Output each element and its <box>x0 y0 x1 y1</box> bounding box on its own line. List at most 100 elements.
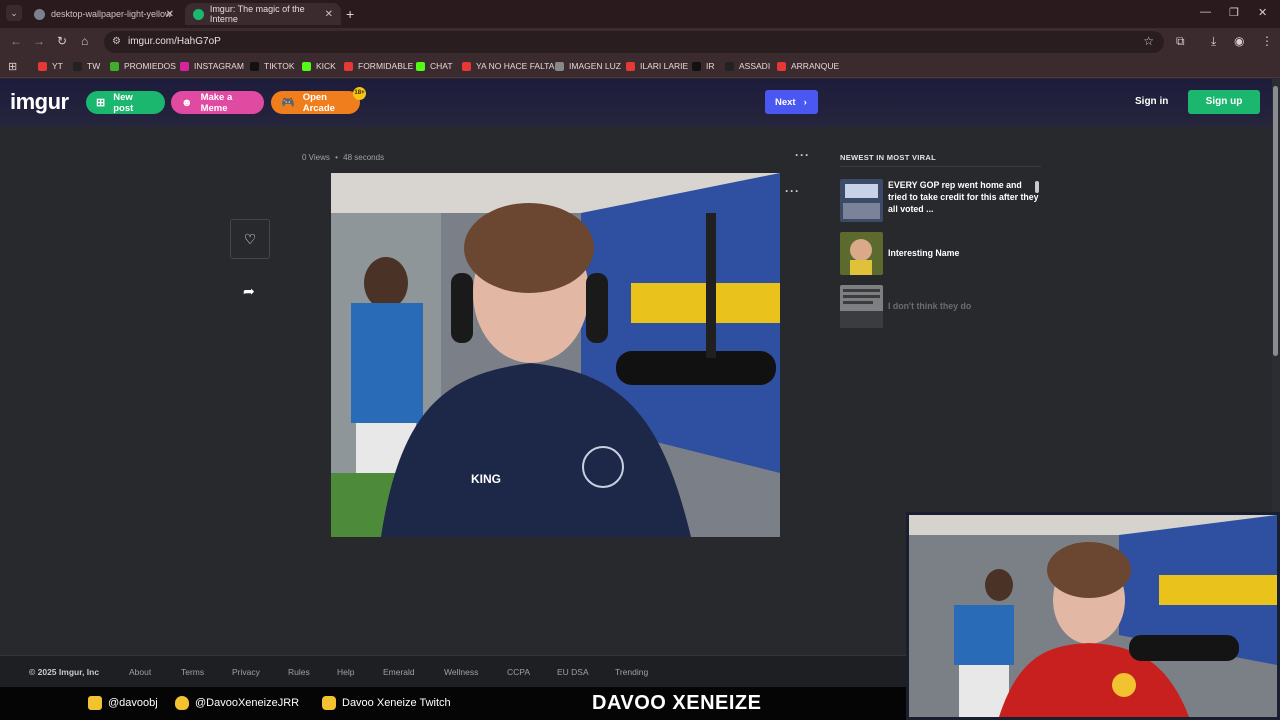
profile-avatar[interactable]: ◉ <box>1234 34 1244 48</box>
bookmark-favicon-icon <box>344 61 353 71</box>
forward-icon[interactable]: → <box>33 34 45 48</box>
close-window-icon[interactable]: ✕ <box>1258 6 1267 19</box>
bookmark-favicon-icon <box>302 61 311 71</box>
bookmark-formidable[interactable]: FORMIDABLE <box>344 61 413 71</box>
footer-link-help[interactable]: Help <box>337 667 354 677</box>
bookmark-label: ARRANQUE <box>791 61 840 71</box>
sign-in-link[interactable]: Sign in <box>1135 96 1168 107</box>
bookmark-chat[interactable]: CHAT <box>416 61 453 71</box>
sidebar-post-title: Interesting Name <box>888 248 960 258</box>
share-icon[interactable]: ➦ <box>243 283 255 300</box>
instagram-handle: @davoobj <box>88 696 158 710</box>
footer-link-emerald[interactable]: Emerald <box>383 667 415 677</box>
next-button[interactable]: Next › <box>765 90 818 114</box>
url-text[interactable]: imgur.com/HahG7oP <box>128 36 221 47</box>
bookmark-kick[interactable]: KICK <box>302 61 336 71</box>
like-button[interactable]: ♡ <box>230 219 270 259</box>
download-icon[interactable]: ⤓ <box>1211 34 1216 49</box>
close-icon[interactable]: ✕ <box>325 9 333 20</box>
bookmark-ilari-larie[interactable]: ILARI LARIE <box>626 61 688 71</box>
bookmark-ya-no-hace-falta[interactable]: YA NO HACE FALTA <box>462 61 554 71</box>
reload-icon[interactable]: ↻ <box>57 34 67 48</box>
new-post-label: New post <box>113 91 134 114</box>
sidebar-divider <box>840 166 1041 167</box>
close-icon[interactable]: ✕ <box>166 9 174 20</box>
footer-link-terms[interactable]: Terms <box>181 667 204 677</box>
bookmark-label: YT <box>52 61 63 71</box>
footer-link-eu-dsa[interactable]: EU DSA <box>557 667 589 677</box>
make-meme-button[interactable]: ☻ Make a Meme <box>171 91 264 114</box>
page-scrollbar-thumb[interactable] <box>1273 86 1278 356</box>
sidebar-scroll-indicator[interactable] <box>1035 181 1039 193</box>
next-label: Next <box>775 96 796 108</box>
home-icon[interactable]: ⌂ <box>81 34 88 48</box>
svg-text:KING: KING <box>471 472 501 486</box>
footer-link-privacy[interactable]: Privacy <box>232 667 260 677</box>
open-arcade-button[interactable]: 🎮 Open Arcade <box>271 91 360 114</box>
bookmark-star-icon[interactable]: ☆ <box>1143 34 1154 48</box>
bookmark-yt[interactable]: YT <box>38 61 63 71</box>
sidebar-post[interactable]: EVERY GOP rep went home and tried to tak… <box>840 179 1040 222</box>
open-arcade-label: Open Arcade <box>302 91 335 114</box>
post-thumbnail <box>840 232 883 275</box>
bookmark-favicon-icon <box>725 61 734 71</box>
bookmark-label: TW <box>87 61 101 71</box>
bookmark-favicon-icon <box>38 61 47 71</box>
bookmark-ir[interactable]: IR <box>692 61 715 71</box>
tab-search-button[interactable]: ⌄ <box>6 5 22 21</box>
footer-link-trending[interactable]: Trending <box>615 667 648 677</box>
restore-icon[interactable]: ❐ <box>1229 6 1239 19</box>
twitch-text: Davoo Xeneize Twitch <box>342 697 451 709</box>
make-meme-label: Make a Meme <box>200 91 233 114</box>
post-options-icon[interactable]: ··· <box>795 148 810 162</box>
image-options-icon[interactable]: ··· <box>785 184 800 198</box>
footer-link-wellness[interactable]: Wellness <box>444 667 478 677</box>
sidebar-post-title: EVERY GOP rep went home and tried to tak… <box>888 180 1039 214</box>
bookmark-favicon-icon <box>73 61 82 71</box>
tab-wallpaper[interactable]: desktop-wallpaper-light-yellow ✕ <box>26 3 182 25</box>
bookmark-label: YA NO HACE FALTA <box>476 61 555 71</box>
bookmark-favicon-icon <box>692 61 701 71</box>
bookmark-instagram[interactable]: INSTAGRAM <box>180 61 244 71</box>
bookmark-arranque[interactable]: ARRANQUE <box>777 61 839 71</box>
bookmark-favicon-icon <box>416 61 425 71</box>
post-age: 48 seconds <box>343 153 385 162</box>
bookmarks-bar: ⊞ YT TW PROMIEDOS INSTAGRAM TIKTOK KICK FORMID… <box>0 56 1280 78</box>
twitter-text: @DavooXeneizeJRR <box>195 697 300 709</box>
bookmark-label: IMAGEN LUZ <box>569 61 621 71</box>
browser-tab-bar: ⌄ desktop-wallpaper-light-yellow ✕ Imgur… <box>0 0 1280 28</box>
bookmark-label: PROMIEDOS <box>124 61 176 71</box>
sidebar-post[interactable]: Interesting Name <box>840 232 1040 275</box>
minimize-icon[interactable]: — <box>1200 6 1211 18</box>
bookmark-tw[interactable]: TW <box>73 61 100 71</box>
tab-title: desktop-wallpaper-light-yellow <box>51 9 172 19</box>
bookmark-imagen-luz[interactable]: IMAGEN LUZ <box>555 61 621 71</box>
new-post-button[interactable]: ⊞ New post <box>86 91 165 114</box>
instagram-icon <box>88 696 102 710</box>
new-tab-icon[interactable]: + <box>346 6 354 22</box>
site-info-icon[interactable]: ⚙ <box>112 36 121 47</box>
bookmark-label: ASSADI <box>739 61 771 71</box>
post-meta: 0 Views • 48 seconds <box>302 153 385 162</box>
menu-icon[interactable]: ⋮ <box>1261 34 1273 48</box>
sidebar-post[interactable]: I don't think they do <box>840 285 1040 328</box>
age-badge: 18+ <box>353 87 366 100</box>
extensions-icon[interactable]: ⧉ <box>1176 34 1185 49</box>
address-bar[interactable]: ⚙ imgur.com/HahG7oP ☆ <box>104 31 1164 53</box>
tab-imgur[interactable]: Imgur: The magic of the Interne ✕ <box>185 3 341 25</box>
footer-link-rules[interactable]: Rules <box>288 667 310 677</box>
post-image[interactable]: KING <box>331 173 780 537</box>
page-icon <box>34 8 45 20</box>
imgur-logo[interactable]: imgur <box>10 89 69 115</box>
bookmark-assadi[interactable]: ASSADI <box>725 61 770 71</box>
back-icon[interactable]: ← <box>10 34 22 48</box>
bookmark-tiktok[interactable]: TIKTOK <box>250 61 295 71</box>
bookmark-promiedos[interactable]: PROMIEDOS <box>110 61 176 71</box>
twitter-handle: @DavooXeneizeJRR <box>175 696 299 710</box>
footer-link-ccpa[interactable]: CCPA <box>507 667 530 677</box>
footer-link-about[interactable]: About <box>129 667 151 677</box>
apps-grid-icon[interactable]: ⊞ <box>8 60 17 73</box>
tab-title: Imgur: The magic of the Interne <box>209 4 305 24</box>
bookmark-favicon-icon <box>626 61 635 71</box>
sign-up-button[interactable]: Sign up <box>1188 90 1260 114</box>
